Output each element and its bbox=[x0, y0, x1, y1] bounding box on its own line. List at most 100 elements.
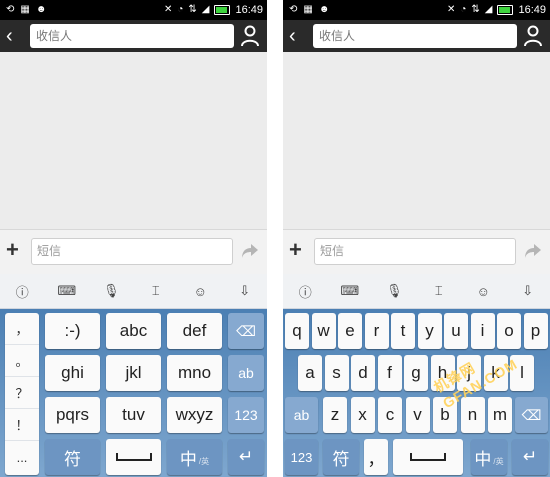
t9-key[interactable]: jkl bbox=[106, 355, 161, 391]
backspace-icon: ⌫ bbox=[236, 322, 256, 339]
composer-bar: + 短信 bbox=[0, 229, 267, 274]
plus-icon[interactable]: + bbox=[289, 239, 302, 261]
punctuation-column: ， 。 ？ ！ ... bbox=[5, 313, 39, 475]
enter-key[interactable]: ↵ bbox=[512, 439, 548, 475]
status-bar: ⟲ ▦ ☻ ✕ ◔ ⇅ ◢ 16:49 bbox=[0, 0, 267, 20]
clock: 16:49 bbox=[518, 4, 546, 16]
enter-key[interactable]: ↵ bbox=[228, 439, 264, 475]
emoji-icon[interactable]: ☺ bbox=[190, 282, 210, 300]
t9-key[interactable]: :-) bbox=[45, 313, 100, 349]
t9-key[interactable]: mno bbox=[167, 355, 222, 391]
back-icon[interactable]: ‹ bbox=[289, 26, 305, 46]
letter-key[interactable]: a bbox=[298, 355, 322, 391]
t9-key[interactable]: def bbox=[167, 313, 222, 349]
send-icon[interactable] bbox=[241, 242, 259, 260]
contact-icon[interactable] bbox=[241, 25, 259, 47]
wifi-icon: ◔ bbox=[177, 4, 184, 15]
message-input[interactable]: 短信 bbox=[31, 238, 233, 265]
keyboard-icon[interactable]: ⌨ bbox=[57, 282, 77, 300]
signal-icon: ◢ bbox=[201, 4, 210, 15]
letter-key[interactable]: d bbox=[351, 355, 375, 391]
space-key[interactable] bbox=[393, 439, 463, 475]
t9-key[interactable]: ghi bbox=[45, 355, 100, 391]
keyboard-icon[interactable]: ⌨ bbox=[340, 282, 360, 300]
letter-key[interactable]: v bbox=[405, 397, 430, 433]
letter-key[interactable]: g bbox=[404, 355, 428, 391]
letter-key[interactable]: t bbox=[391, 313, 415, 349]
text-cursor-icon[interactable]: ⌶ bbox=[429, 282, 449, 300]
enter-icon: ↵ bbox=[238, 447, 254, 466]
collapse-keyboard-icon[interactable]: ⇩ bbox=[518, 282, 538, 300]
keyboard-status-icon: ▦ bbox=[20, 4, 30, 15]
logo-icon[interactable]: ⓘ bbox=[295, 282, 315, 300]
letter-key[interactable]: e bbox=[338, 313, 362, 349]
backspace-key[interactable]: ⌫ bbox=[515, 397, 548, 433]
input-toolbar: ⓘ ⌨ 🎙 ⌶ ☺ ⇩ bbox=[283, 274, 550, 309]
microphone-icon[interactable]: 🎙 bbox=[384, 282, 404, 300]
logo-icon[interactable]: ⓘ bbox=[12, 282, 32, 300]
phone-screen-t9: ⟲ ▦ ☻ ✕ ◔ ⇅ ◢ 16:49 ‹ 收信人 + 短信 ⓘ ⌨ 🎙 ⌶ ☺… bbox=[0, 0, 267, 477]
recipient-field[interactable]: 收信人 bbox=[30, 24, 234, 48]
lang-key[interactable]: 中/英 bbox=[471, 439, 507, 475]
message-input[interactable]: 短信 bbox=[314, 238, 516, 265]
letter-key[interactable]: f bbox=[377, 355, 402, 391]
punct-key[interactable]: ... bbox=[5, 441, 39, 473]
backspace-key[interactable]: ⌫ bbox=[228, 313, 264, 349]
title-bar: ‹ 收信人 bbox=[283, 20, 550, 52]
message-thread bbox=[283, 52, 550, 229]
letter-key[interactable]: n bbox=[460, 397, 485, 433]
collapse-keyboard-icon[interactable]: ⇩ bbox=[235, 282, 255, 300]
letter-key[interactable]: r bbox=[364, 313, 389, 349]
message-thread bbox=[0, 52, 267, 229]
plus-icon[interactable]: + bbox=[6, 239, 19, 261]
emoji-icon[interactable]: ☺ bbox=[473, 282, 493, 300]
space-key[interactable] bbox=[106, 439, 161, 475]
t9-key[interactable]: pqrs bbox=[45, 397, 100, 433]
punct-key[interactable]: ？ bbox=[5, 377, 39, 409]
data-icon: ⇅ bbox=[471, 4, 480, 15]
mute-icon: ✕ bbox=[163, 4, 173, 15]
punct-key[interactable]: 。 bbox=[5, 345, 39, 377]
letter-key[interactable]: q bbox=[285, 313, 309, 349]
t9-key[interactable]: wxyz bbox=[167, 397, 222, 433]
punct-key[interactable]: ， bbox=[5, 313, 39, 345]
sync-icon: ⟲ bbox=[6, 4, 15, 15]
letter-key[interactable]: z bbox=[323, 397, 347, 433]
letter-key[interactable]: y bbox=[417, 313, 442, 349]
lang-key[interactable]: 中/英 bbox=[167, 439, 222, 475]
android-icon: ☻ bbox=[318, 4, 330, 15]
lang-label: 中 bbox=[179, 449, 197, 469]
ab-key[interactable]: ab bbox=[285, 397, 318, 433]
recipient-field[interactable]: 收信人 bbox=[313, 24, 517, 48]
phone-screen-qwerty: ⟲ ▦ ☻ ✕ ◔ ⇅ ◢ 16:49 ‹ 收信人 + 短信 ⓘ ⌨ 🎙 ⌶ ☺… bbox=[283, 0, 550, 477]
punct-key[interactable]: ！ bbox=[5, 409, 39, 441]
letter-key[interactable]: x bbox=[350, 397, 375, 433]
letter-key[interactable]: u bbox=[444, 313, 468, 349]
ab-key[interactable]: ab bbox=[228, 355, 264, 391]
num-key[interactable]: 123 bbox=[285, 439, 318, 475]
t9-key[interactable]: tuv bbox=[106, 397, 161, 433]
letter-key[interactable]: s bbox=[324, 355, 349, 391]
lang-sub-label: /英 bbox=[493, 456, 504, 466]
space-icon bbox=[115, 453, 152, 461]
letter-key[interactable]: c bbox=[378, 397, 402, 433]
android-icon: ☻ bbox=[35, 4, 47, 15]
letter-key[interactable]: w bbox=[311, 313, 336, 349]
t9-keyboard: ， 。 ？ ！ ... :-) abc def ghi jkl mno pqrs… bbox=[0, 309, 267, 477]
data-icon: ⇅ bbox=[188, 4, 197, 15]
comma-key[interactable]: ， bbox=[364, 439, 388, 475]
status-bar: ⟲ ▦ ☻ ✕ ◔ ⇅ ◢ 16:49 bbox=[283, 0, 550, 20]
back-icon[interactable]: ‹ bbox=[6, 26, 22, 46]
microphone-icon[interactable]: 🎙 bbox=[101, 282, 121, 300]
text-cursor-icon[interactable]: ⌶ bbox=[146, 282, 166, 300]
letter-key[interactable]: m bbox=[488, 397, 512, 433]
clock: 16:49 bbox=[235, 4, 263, 16]
send-icon[interactable] bbox=[524, 242, 542, 260]
backspace-icon: ⌫ bbox=[521, 406, 542, 423]
lang-sub-label: /英 bbox=[198, 456, 210, 466]
contact-icon[interactable] bbox=[524, 25, 542, 47]
symbol-key[interactable]: 符 bbox=[45, 439, 100, 475]
t9-key[interactable]: abc bbox=[106, 313, 161, 349]
num-key[interactable]: 123 bbox=[228, 397, 264, 433]
symbol-key[interactable]: 符 bbox=[323, 439, 359, 475]
